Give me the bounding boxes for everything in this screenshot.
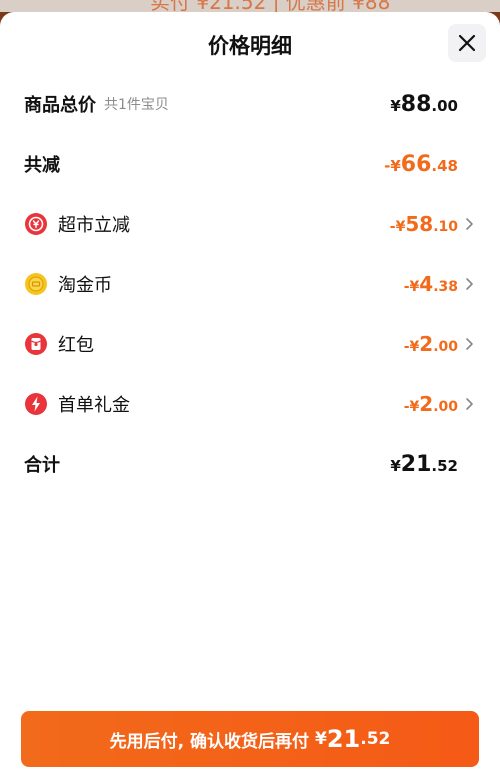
chevron-right-icon — [466, 338, 473, 350]
amount-integer: 4 — [419, 272, 434, 296]
amount-integer: 21 — [326, 725, 361, 753]
currency-symbol: -¥ — [384, 156, 401, 175]
amount-integer: 21 — [400, 451, 432, 477]
row-first-order-bonus[interactable]: 首单礼金 -¥ 2 .00 — [24, 384, 476, 424]
amount-integer: 2 — [419, 392, 434, 416]
gold-coins-label: 淘金币 — [58, 275, 112, 296]
currency-symbol: ¥ — [390, 456, 401, 475]
sum-label: 合计 — [24, 455, 60, 476]
amount-decimal: .00 — [433, 339, 458, 355]
pay-later-label: 先用后付, 确认收货后再付 — [109, 731, 309, 752]
row-sum: 合计 ¥ 21 .52 — [24, 444, 476, 484]
row-gold-coins[interactable]: 淘金币 -¥ 4 .38 — [24, 264, 476, 304]
backdrop-strip: 实付 ¥21.52 | 优惠前 ¥88 — [0, 0, 500, 12]
supermarket-discount-icon — [25, 213, 47, 235]
goods-total-label: 商品总价 — [24, 95, 96, 116]
gold-coin-icon — [25, 273, 47, 295]
row-supermarket-discount[interactable]: 超市立减 -¥ 58 .10 — [24, 204, 476, 244]
gold-coins-amount: -¥ 4 .38 — [404, 272, 458, 296]
row-goods-total: 商品总价 共1件宝贝 ¥ 88 .00 — [24, 84, 476, 124]
row-total-reduced: 共减 -¥ 66 .48 — [24, 144, 476, 184]
row-red-packet[interactable]: 红包 -¥ 2 .00 — [24, 324, 476, 364]
amount-integer: 66 — [400, 151, 432, 177]
chevron-right-icon — [466, 398, 473, 410]
amount-decimal: .38 — [433, 279, 458, 295]
currency-symbol: ¥ — [315, 729, 327, 749]
total-reduced-label: 共减 — [24, 155, 60, 176]
sheet-title: 价格明细 — [208, 34, 292, 58]
price-detail-sheet: 价格明细 商品总价 共1件宝贝 ¥ 88 .00 共减 -¥ 66 .48 超市… — [0, 12, 500, 783]
amount-integer: 2 — [419, 332, 434, 356]
first-order-bonus-amount: -¥ 2 .00 — [404, 392, 458, 416]
amount-decimal: .00 — [431, 96, 458, 115]
currency-symbol: -¥ — [403, 339, 420, 355]
amount-decimal: .52 — [431, 456, 458, 475]
currency-symbol: -¥ — [403, 279, 420, 295]
chevron-right-icon — [466, 278, 473, 290]
amount-decimal: .00 — [433, 399, 458, 415]
chevron-right-icon — [466, 218, 473, 230]
currency-symbol: ¥ — [390, 96, 401, 115]
amount-decimal: .52 — [360, 729, 391, 749]
red-packet-icon — [25, 333, 47, 355]
amount-decimal: .10 — [433, 219, 458, 235]
currency-symbol: -¥ — [389, 219, 406, 235]
close-button[interactable] — [448, 24, 486, 62]
first-order-bonus-label: 首单礼金 — [58, 395, 130, 416]
red-packet-amount: -¥ 2 .00 — [404, 332, 458, 356]
currency-symbol: -¥ — [403, 399, 420, 415]
sum-amount: ¥ 21 .52 — [390, 452, 458, 477]
goods-total-amount: ¥ 88 .00 — [390, 92, 458, 117]
lightning-icon — [25, 393, 47, 415]
amount-integer: 58 — [405, 212, 434, 236]
amount-integer: 88 — [400, 91, 432, 117]
total-reduced-amount: -¥ 66 .48 — [384, 152, 458, 177]
amount-decimal: .48 — [431, 156, 458, 175]
red-packet-label: 红包 — [58, 335, 94, 356]
supermarket-discount-amount: -¥ 58 .10 — [390, 212, 458, 236]
item-count-note: 共1件宝贝 — [104, 97, 169, 113]
pay-later-confirm-button[interactable]: 先用后付, 确认收货后再付 ¥ 21 .52 — [21, 711, 479, 767]
supermarket-discount-label: 超市立减 — [58, 215, 130, 236]
close-icon — [458, 34, 476, 52]
backdrop-summary: 实付 ¥21.52 | 优惠前 ¥88 — [150, 0, 391, 12]
